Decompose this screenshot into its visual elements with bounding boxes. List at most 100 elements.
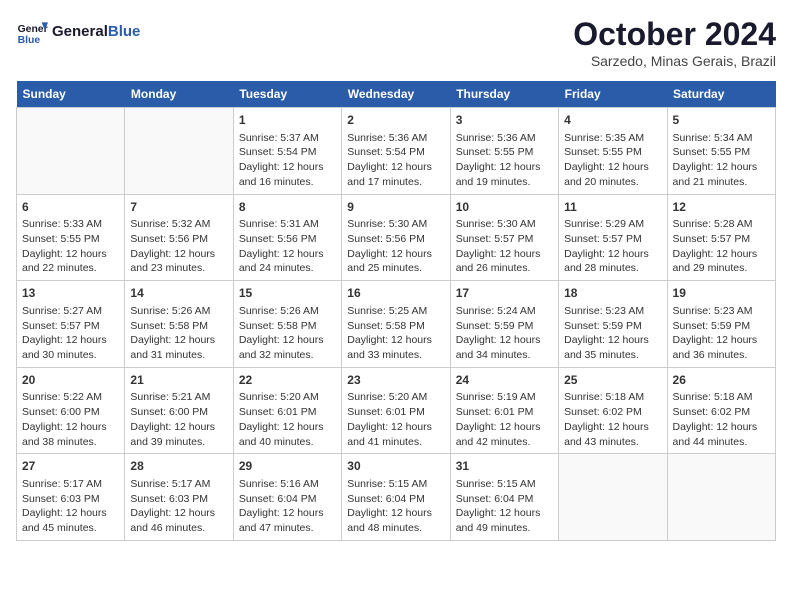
day-info: Sunrise: 5:17 AM Sunset: 6:03 PM Dayligh… [130, 477, 227, 536]
calendar-cell: 30 Sunrise: 5:15 AM Sunset: 6:04 PM Dayli… [342, 454, 450, 541]
day-number: 31 [456, 458, 553, 475]
day-info: Sunrise: 5:30 AM Sunset: 5:57 PM Dayligh… [456, 217, 553, 276]
col-header-saturday: Saturday [667, 81, 775, 108]
calendar-cell: 20Sunrise: 5:22 AM Sunset: 6:00 PM Dayli… [17, 367, 125, 454]
logo-icon: General Blue [16, 16, 48, 48]
svg-text:Blue: Blue [18, 35, 41, 46]
calendar-cell [667, 454, 775, 541]
calendar-cell: 9Sunrise: 5:30 AM Sunset: 5:56 PM Daylig… [342, 194, 450, 281]
calendar-cell: 17 Sunrise: 5:24 AM Sunset: 5:59 PM Dayli… [450, 281, 558, 368]
calendar-cell [559, 454, 667, 541]
col-header-tuesday: Tuesday [233, 81, 341, 108]
day-number: 22 [239, 372, 336, 389]
calendar-cell: 27Sunrise: 5:17 AM Sunset: 6:03 PM Dayli… [17, 454, 125, 541]
day-number: 23 [347, 372, 444, 389]
day-info: Sunrise: 5:37 AM Sunset: 5:54 PM Dayligh… [239, 131, 336, 190]
day-number: 3 [456, 112, 553, 129]
day-info: Sunrise: 5:18 AM Sunset: 6:02 PM Dayligh… [564, 390, 661, 449]
calendar-header-row: SundayMondayTuesdayWednesdayThursdayFrid… [17, 81, 776, 108]
day-number: 4 [564, 112, 661, 129]
calendar-week-row: 27 Sunrise: 5:17 AM Sunset: 6:03 PM Dayli… [17, 454, 776, 541]
calendar-week-row: 13 Sunrise: 5:27 AM Sunset: 5:57 PM Dayli… [17, 281, 776, 368]
calendar-cell: 12Sunrise: 5:28 AM Sunset: 5:57 PM Dayli… [667, 194, 775, 281]
day-info: Sunrise: 5:24 AM Sunset: 5:59 PM Dayligh… [456, 304, 553, 363]
day-info: Sunrise: 5:16 AM Sunset: 6:04 PM Dayligh… [239, 477, 336, 536]
day-number: 16 [347, 285, 444, 302]
col-header-wednesday: Wednesday [342, 81, 450, 108]
col-header-monday: Monday [125, 81, 233, 108]
day-info: Sunrise: 5:28 AM Sunset: 5:57 PM Dayligh… [673, 217, 770, 276]
day-number: 20 [22, 372, 119, 389]
day-info: Sunrise: 5:20 AM Sunset: 6:01 PM Dayligh… [347, 390, 444, 449]
calendar-cell: 31 Sunrise: 5:15 AM Sunset: 6:04 PM Dayli… [450, 454, 558, 541]
day-info: Sunrise: 5:15 AM Sunset: 6:04 PM Dayligh… [456, 477, 553, 536]
month-title: October 2024 [573, 16, 776, 53]
calendar-cell: 25Sunrise: 5:18 AM Sunset: 6:02 PM Dayli… [559, 367, 667, 454]
calendar-cell [17, 108, 125, 195]
logo-general: General [52, 23, 108, 40]
day-info: Sunrise: 5:25 AM Sunset: 5:58 PM Dayligh… [347, 304, 444, 363]
day-number: 19 [673, 285, 770, 302]
calendar-cell: 6Sunrise: 5:33 AM Sunset: 5:55 PM Daylig… [17, 194, 125, 281]
day-info: Sunrise: 5:32 AM Sunset: 5:56 PM Dayligh… [130, 217, 227, 276]
calendar-cell: 1 Sunrise: 5:37 AM Sunset: 5:54 PM Daylig… [233, 108, 341, 195]
day-info: Sunrise: 5:20 AM Sunset: 6:01 PM Dayligh… [239, 390, 336, 449]
day-number: 1 [239, 112, 336, 129]
day-info: Sunrise: 5:29 AM Sunset: 5:57 PM Dayligh… [564, 217, 661, 276]
calendar-cell: 7Sunrise: 5:32 AM Sunset: 5:56 PM Daylig… [125, 194, 233, 281]
calendar-cell: 8Sunrise: 5:31 AM Sunset: 5:56 PM Daylig… [233, 194, 341, 281]
day-number: 18 [564, 285, 661, 302]
day-info: Sunrise: 5:23 AM Sunset: 5:59 PM Dayligh… [564, 304, 661, 363]
col-header-thursday: Thursday [450, 81, 558, 108]
calendar-cell: 3 Sunrise: 5:36 AM Sunset: 5:55 PM Daylig… [450, 108, 558, 195]
day-number: 11 [564, 199, 661, 216]
day-info: Sunrise: 5:15 AM Sunset: 6:04 PM Dayligh… [347, 477, 444, 536]
calendar-cell: 5 Sunrise: 5:34 AM Sunset: 5:55 PM Daylig… [667, 108, 775, 195]
calendar-cell: 29 Sunrise: 5:16 AM Sunset: 6:04 PM Dayli… [233, 454, 341, 541]
day-info: Sunrise: 5:18 AM Sunset: 6:02 PM Dayligh… [673, 390, 770, 449]
calendar-cell: 26Sunrise: 5:18 AM Sunset: 6:02 PM Dayli… [667, 367, 775, 454]
day-number: 8 [239, 199, 336, 216]
day-info: Sunrise: 5:30 AM Sunset: 5:56 PM Dayligh… [347, 217, 444, 276]
calendar-cell: 19 Sunrise: 5:23 AM Sunset: 5:59 PM Dayli… [667, 281, 775, 368]
day-number: 28 [130, 458, 227, 475]
col-header-sunday: Sunday [17, 81, 125, 108]
day-info: Sunrise: 5:36 AM Sunset: 5:55 PM Dayligh… [456, 131, 553, 190]
page-header: General Blue GeneralBlue October 2024 Sa… [16, 16, 776, 69]
day-number: 14 [130, 285, 227, 302]
day-number: 27 [22, 458, 119, 475]
day-info: Sunrise: 5:34 AM Sunset: 5:55 PM Dayligh… [673, 131, 770, 190]
calendar-cell: 18 Sunrise: 5:23 AM Sunset: 5:59 PM Dayli… [559, 281, 667, 368]
day-number: 13 [22, 285, 119, 302]
day-info: Sunrise: 5:27 AM Sunset: 5:57 PM Dayligh… [22, 304, 119, 363]
day-number: 29 [239, 458, 336, 475]
calendar-cell: 14 Sunrise: 5:26 AM Sunset: 5:58 PM Dayli… [125, 281, 233, 368]
calendar-cell: 24Sunrise: 5:19 AM Sunset: 6:01 PM Dayli… [450, 367, 558, 454]
calendar-cell: 10Sunrise: 5:30 AM Sunset: 5:57 PM Dayli… [450, 194, 558, 281]
calendar-cell: 28 Sunrise: 5:17 AM Sunset: 6:03 PM Dayli… [125, 454, 233, 541]
day-number: 21 [130, 372, 227, 389]
calendar-cell: 23Sunrise: 5:20 AM Sunset: 6:01 PM Dayli… [342, 367, 450, 454]
day-number: 15 [239, 285, 336, 302]
day-number: 6 [22, 199, 119, 216]
day-number: 26 [673, 372, 770, 389]
day-number: 17 [456, 285, 553, 302]
day-info: Sunrise: 5:26 AM Sunset: 5:58 PM Dayligh… [239, 304, 336, 363]
day-number: 12 [673, 199, 770, 216]
calendar-cell: 21Sunrise: 5:21 AM Sunset: 6:00 PM Dayli… [125, 367, 233, 454]
col-header-friday: Friday [559, 81, 667, 108]
day-info: Sunrise: 5:26 AM Sunset: 5:58 PM Dayligh… [130, 304, 227, 363]
calendar-cell: 13 Sunrise: 5:27 AM Sunset: 5:57 PM Dayli… [17, 281, 125, 368]
day-info: Sunrise: 5:23 AM Sunset: 5:59 PM Dayligh… [673, 304, 770, 363]
day-number: 25 [564, 372, 661, 389]
day-info: Sunrise: 5:35 AM Sunset: 5:55 PM Dayligh… [564, 131, 661, 190]
calendar-cell: 15 Sunrise: 5:26 AM Sunset: 5:58 PM Dayli… [233, 281, 341, 368]
calendar-cell: 11Sunrise: 5:29 AM Sunset: 5:57 PM Dayli… [559, 194, 667, 281]
title-block: October 2024 Sarzedo, Minas Gerais, Braz… [573, 16, 776, 69]
calendar-week-row: 20Sunrise: 5:22 AM Sunset: 6:00 PM Dayli… [17, 367, 776, 454]
day-number: 2 [347, 112, 444, 129]
logo-blue: Blue [108, 23, 141, 40]
day-info: Sunrise: 5:31 AM Sunset: 5:56 PM Dayligh… [239, 217, 336, 276]
day-number: 5 [673, 112, 770, 129]
day-number: 30 [347, 458, 444, 475]
